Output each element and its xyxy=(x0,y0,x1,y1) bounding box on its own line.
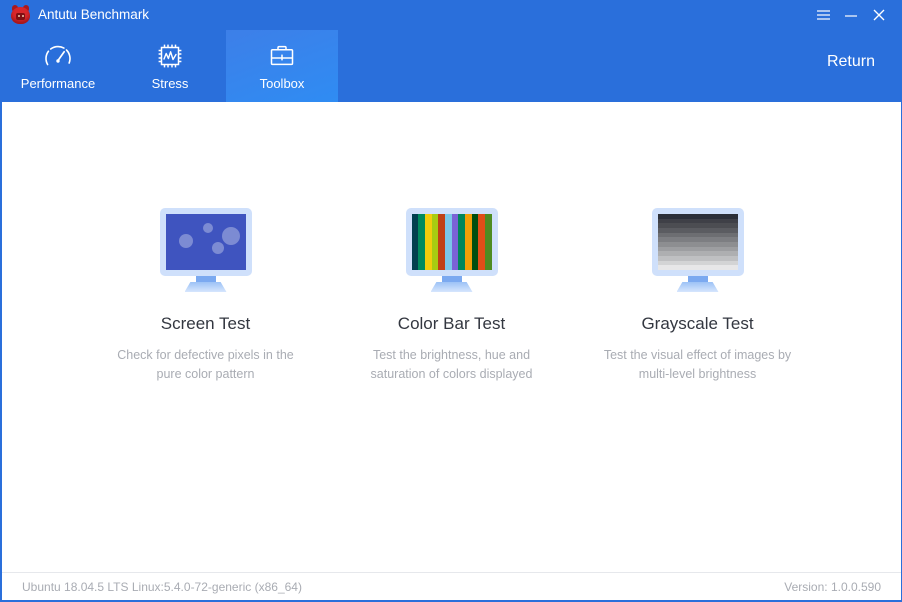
cpu-chip-waveform-icon xyxy=(156,41,184,71)
hamburger-menu-icon[interactable] xyxy=(809,2,837,28)
tab-toolbox[interactable]: Toolbox xyxy=(226,30,338,102)
color-bar-stripe xyxy=(471,214,479,270)
card-title: Screen Test xyxy=(160,314,251,333)
card-grayscale-test[interactable]: Grayscale Test Test the visual effect of… xyxy=(575,208,821,384)
toolbox-card-list: Screen Test Check for defective pixels i… xyxy=(2,208,901,384)
main-content: Screen Test Check for defective pixels i… xyxy=(2,102,901,572)
tab-performance-label: Performance xyxy=(20,76,96,91)
monitor-color-bar-test-icon xyxy=(405,208,498,292)
card-title: Color Bar Test xyxy=(397,314,506,333)
tab-stress[interactable]: Stress xyxy=(114,30,226,102)
color-bar-stripe xyxy=(464,214,472,270)
status-os-info: Ubuntu 18.04.5 LTS Linux:5.4.0-72-generi… xyxy=(22,579,302,594)
monitor-grayscale-test-icon xyxy=(651,208,744,292)
minimize-icon[interactable] xyxy=(837,2,865,28)
nav-tabs: Performance Stress Toolbox xyxy=(2,30,338,102)
color-bar-stripe xyxy=(418,214,425,270)
card-description: Test the brightness, hue and saturation … xyxy=(370,348,533,381)
card-screen-test[interactable]: Screen Test Check for defective pixels i… xyxy=(83,208,329,384)
color-bar-stripe xyxy=(438,214,445,270)
grayscale-band xyxy=(657,265,738,270)
window-header: Antutu Benchmark Performance Stress Tool… xyxy=(2,0,901,102)
tab-performance[interactable]: Performance xyxy=(2,30,114,102)
toolbox-briefcase-icon xyxy=(268,41,296,71)
tab-stress-label: Stress xyxy=(151,76,189,91)
return-button[interactable]: Return xyxy=(827,30,875,102)
color-bar-stripe xyxy=(424,214,432,270)
close-icon[interactable] xyxy=(865,2,893,28)
screen-test-dot xyxy=(211,242,224,254)
card-color-bar-test[interactable]: Color Bar Test Test the brightness, hue … xyxy=(329,208,575,384)
color-bar-stripe xyxy=(444,214,452,270)
status-bar: Ubuntu 18.04.5 LTS Linux:5.4.0-72-generi… xyxy=(2,572,901,600)
monitor-screen-test-icon xyxy=(159,208,252,292)
card-title: Grayscale Test xyxy=(641,314,754,333)
color-bar-stripe xyxy=(484,214,492,270)
antutu-benchmark-window: Antutu Benchmark Performance Stress Tool… xyxy=(0,0,902,602)
screen-test-dot xyxy=(221,227,240,245)
color-bar-stripe xyxy=(458,214,465,270)
color-bar-stripe xyxy=(478,214,485,270)
card-description: Test the visual effect of images by mult… xyxy=(603,348,792,381)
speedometer-icon xyxy=(43,41,73,71)
card-description: Check for defective pixels in the pure c… xyxy=(117,348,294,381)
color-bar-stripe xyxy=(411,214,419,270)
color-bar-stripe xyxy=(451,214,459,270)
title-bar: Antutu Benchmark xyxy=(2,0,901,30)
status-version: Version: 1.0.0.590 xyxy=(784,579,881,594)
screen-test-dot xyxy=(178,234,193,248)
screen-test-dot xyxy=(202,223,213,233)
color-bar-stripe xyxy=(431,214,439,270)
window-controls xyxy=(809,0,893,30)
app-title: Antutu Benchmark xyxy=(38,7,150,22)
tab-toolbox-label: Toolbox xyxy=(259,76,305,91)
antutu-logo-icon xyxy=(11,5,30,25)
